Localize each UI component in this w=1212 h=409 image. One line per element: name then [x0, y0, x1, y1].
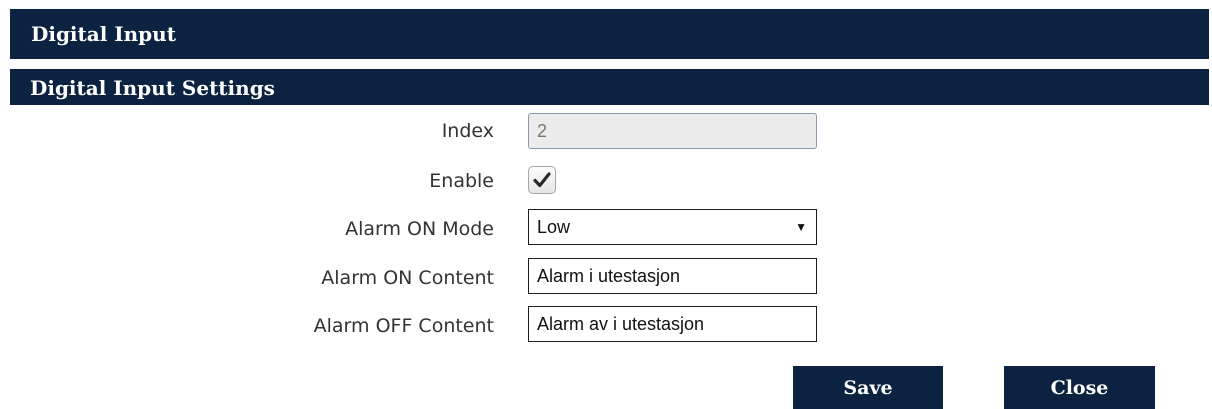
index-field: 2 — [528, 113, 817, 149]
save-button[interactable]: Save — [793, 366, 943, 409]
alarm-on-mode-select[interactable]: Low ▼ — [528, 209, 817, 245]
alarm-on-content-value: Alarm i utestasjon — [537, 266, 681, 286]
alarm-on-content-input[interactable]: Alarm i utestasjon — [528, 258, 817, 294]
close-button[interactable]: Close — [1004, 366, 1155, 409]
alarm-off-content-input[interactable]: Alarm av i utestasjon — [528, 306, 817, 342]
alarm-off-content-row: Alarm OFF Content Alarm av i utestasjon — [0, 306, 1212, 346]
page-header: Digital Input — [10, 9, 1209, 59]
enable-label: Enable — [429, 170, 494, 192]
enable-checkbox[interactable] — [528, 166, 556, 194]
section-header: Digital Input Settings — [10, 69, 1209, 105]
enable-row: Enable — [0, 161, 1212, 201]
alarm-on-mode-label: Alarm ON Mode — [345, 218, 494, 240]
alarm-off-content-label: Alarm OFF Content — [313, 315, 494, 337]
alarm-on-content-label: Alarm ON Content — [321, 267, 494, 289]
index-label: Index — [441, 120, 494, 142]
alarm-off-content-value: Alarm av i utestasjon — [537, 314, 705, 334]
alarm-on-mode-row: Alarm ON Mode Low ▼ — [0, 209, 1212, 249]
alarm-on-mode-value: Low — [537, 217, 571, 237]
checkmark-icon — [533, 172, 551, 188]
page-title: Digital Input — [31, 22, 176, 46]
index-row: Index 2 — [0, 111, 1212, 151]
alarm-on-content-row: Alarm ON Content Alarm i utestasjon — [0, 258, 1212, 298]
index-value: 2 — [537, 121, 548, 141]
dropdown-arrow-icon: ▼ — [795, 220, 807, 234]
section-title: Digital Input Settings — [30, 76, 275, 100]
